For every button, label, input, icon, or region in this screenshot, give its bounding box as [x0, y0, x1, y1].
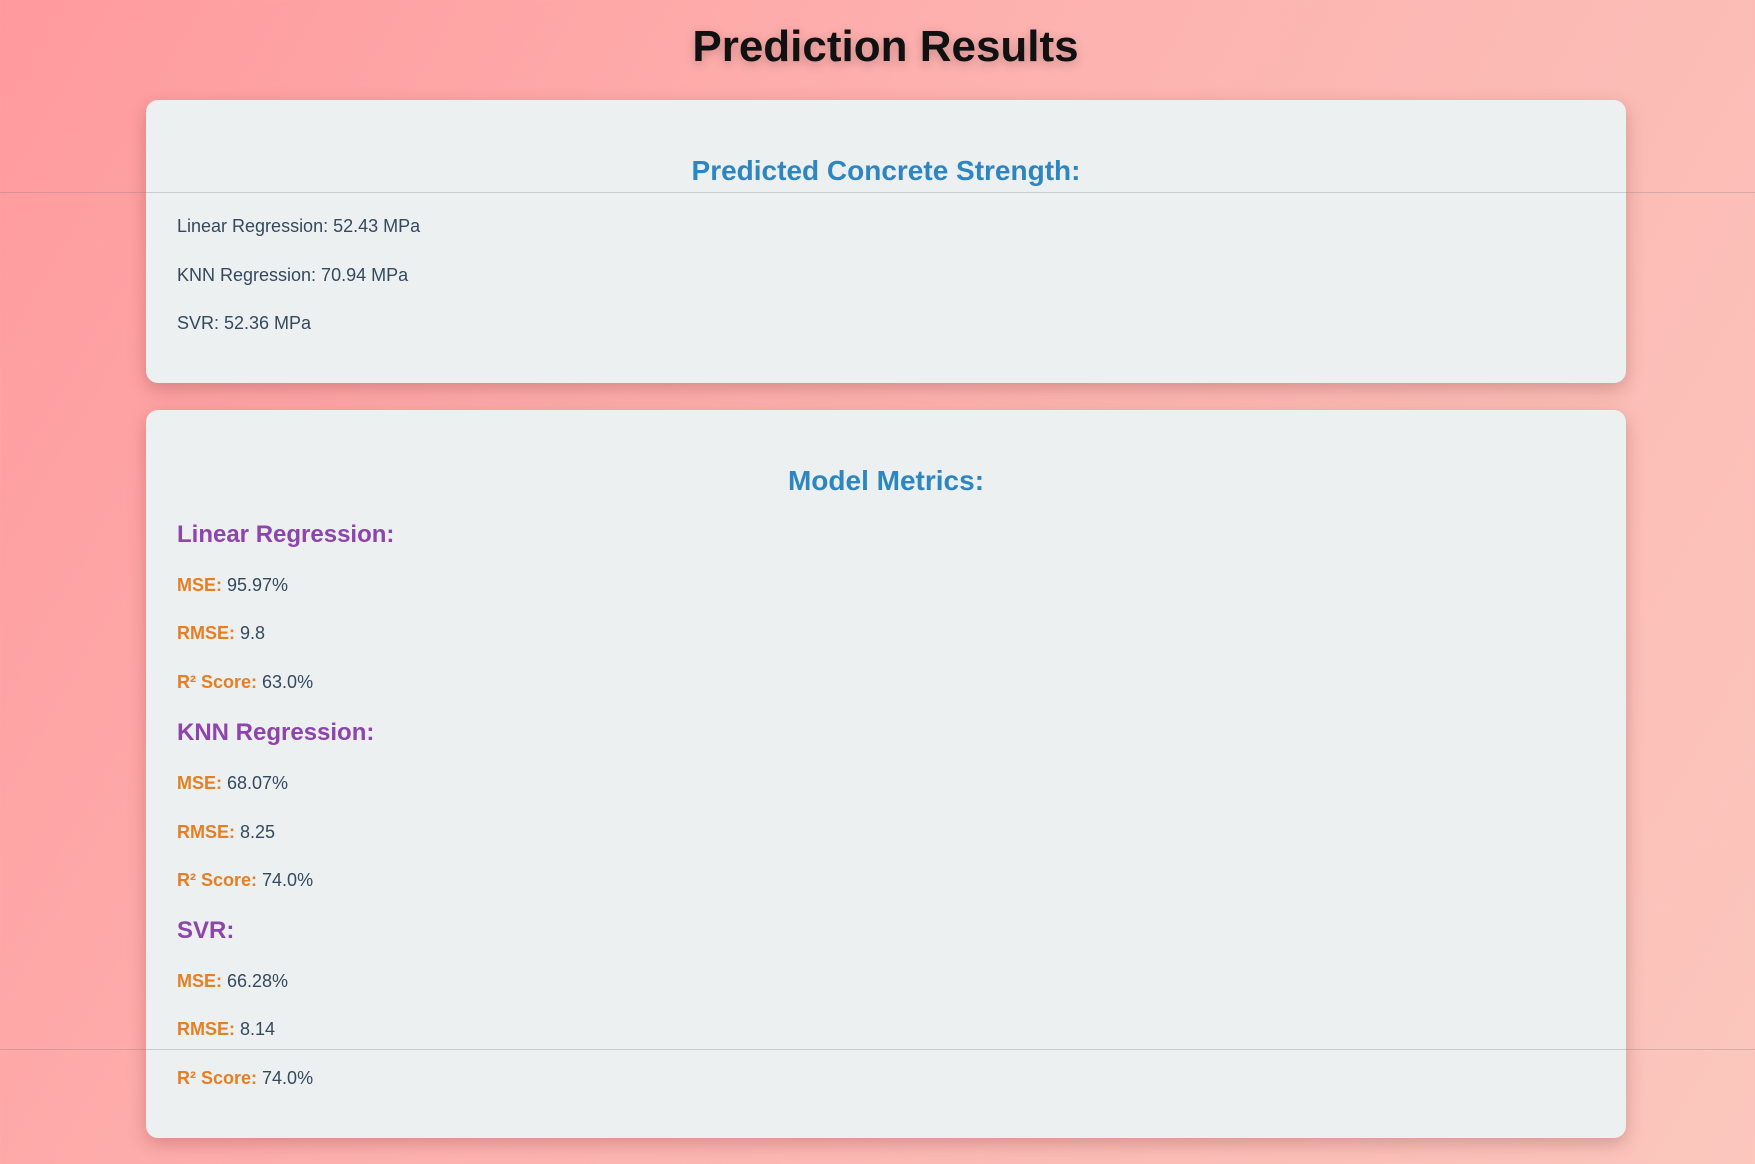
metric-value: 95.97% [227, 575, 289, 595]
model-heading-svr: SVR: [177, 917, 235, 944]
divider-line [0, 1049, 1755, 1050]
prediction-svr: SVR: 52.36 MPa [177, 313, 312, 333]
metric-row-r2: R² Score: 63.0% [177, 672, 313, 694]
metric-row-mse: MSE: 66.28% [177, 971, 288, 993]
metric-value: 74.0% [262, 1068, 314, 1088]
prediction-linear-regression: Linear Regression: 52.43 MPa [177, 216, 421, 236]
page-title: Prediction Results [692, 22, 1079, 71]
metrics-title: Model Metrics: [787, 465, 985, 496]
model-heading-linear-regression: Linear Regression: [177, 521, 395, 548]
predictions-title: Predicted Concrete Strength: [691, 155, 1081, 186]
model-heading-knn-regression: KNN Regression: [177, 719, 375, 746]
metric-value: 74.0% [262, 870, 314, 890]
metric-label: MSE: [177, 971, 222, 991]
metric-label: RMSE: [177, 822, 235, 842]
metric-row-r2: R² Score: 74.0% [177, 1068, 313, 1090]
metric-row-mse: MSE: 68.07% [177, 773, 288, 795]
metric-value: 66.28% [227, 971, 289, 991]
metric-row-rmse: RMSE: 8.14 [177, 1019, 275, 1041]
metric-label: R² Score: [177, 870, 258, 890]
metric-label: RMSE: [177, 1019, 235, 1039]
metric-label: MSE: [177, 575, 222, 595]
metric-label: RMSE: [177, 623, 235, 643]
metric-value: 8.14 [240, 1019, 276, 1039]
metric-row-mse: MSE: 95.97% [177, 575, 288, 597]
metric-row-rmse: RMSE: 8.25 [177, 822, 275, 844]
metric-label: R² Score: [177, 1068, 258, 1088]
metric-label: MSE: [177, 773, 222, 793]
metric-value: 8.25 [240, 822, 276, 842]
metrics-card: Model Metrics: Linear Regression: MSE: 9… [146, 410, 1626, 1138]
metric-row-r2: R² Score: 74.0% [177, 870, 313, 892]
metric-label: R² Score: [177, 672, 258, 692]
prediction-knn-regression: KNN Regression: 70.94 MPa [177, 265, 409, 285]
metric-row-rmse: RMSE: 9.8 [177, 623, 265, 645]
divider-line [0, 192, 1755, 193]
predictions-card: Predicted Concrete Strength: Linear Regr… [146, 100, 1626, 383]
metric-value: 9.8 [240, 623, 266, 643]
metric-value: 68.07% [227, 773, 289, 793]
metric-value: 63.0% [262, 672, 314, 692]
